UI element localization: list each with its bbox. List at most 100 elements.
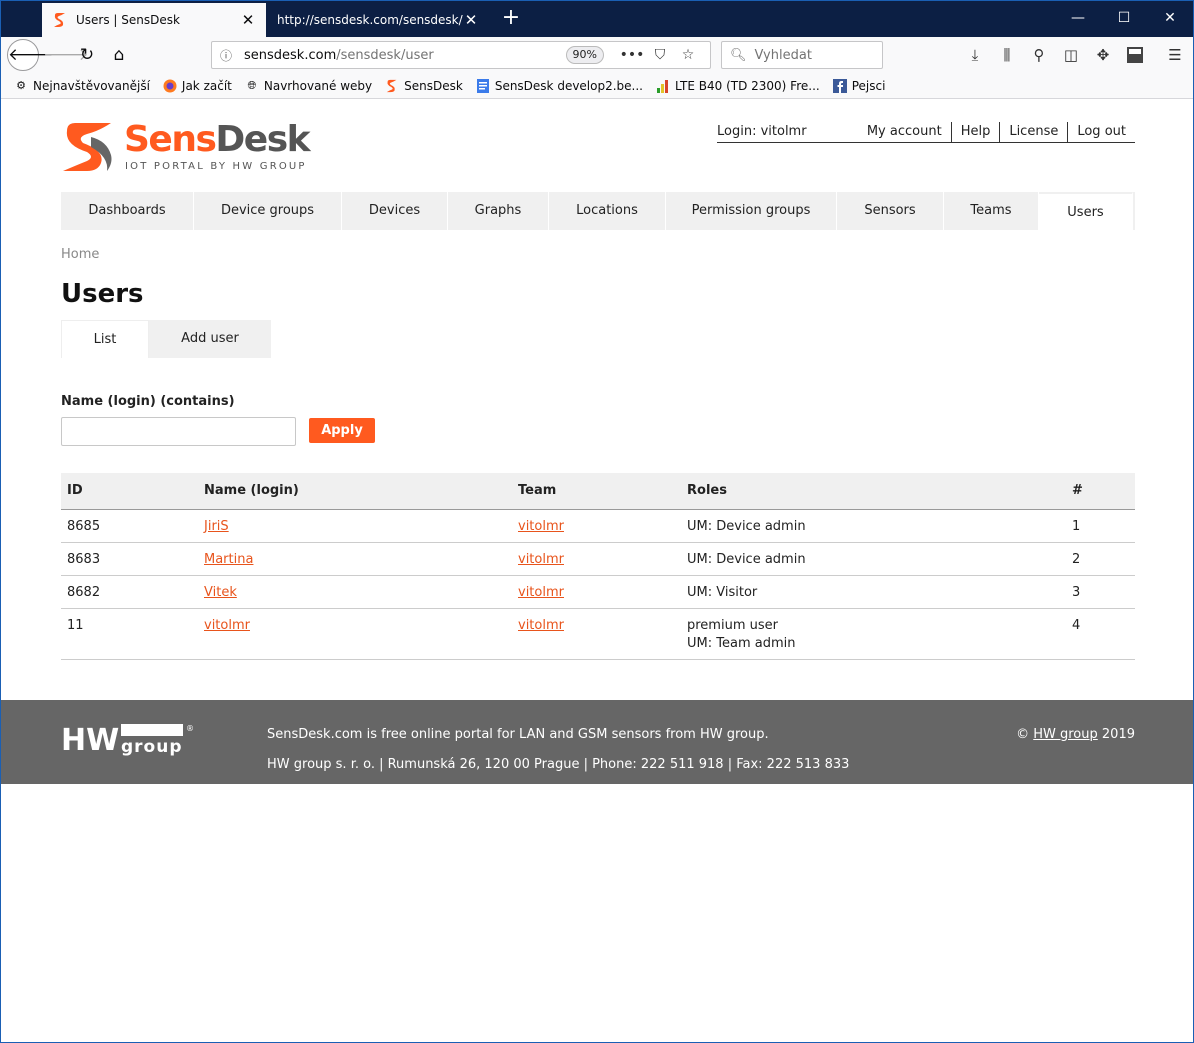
sensdesk-logo-icon [63,123,112,171]
nav-locations[interactable]: Locations [549,192,666,230]
cell-id: 8685 [61,509,198,543]
column-header-id[interactable]: ID [61,473,198,510]
bookmark-sensdesk-develop[interactable]: SensDesk develop2.be... [475,78,643,94]
nav-devices[interactable]: Devices [342,192,448,230]
sensdesk-logo[interactable]: SensDesk IOT PORTAL BY HW GROUP [61,119,321,175]
team-link[interactable]: vitolmr [518,585,564,600]
maximize-icon[interactable]: ☐ [1101,1,1147,37]
close-tab-icon[interactable]: ✕ [240,11,256,29]
table-row: 11 vitolmr vitolmr premium user UM: Team … [61,608,1135,660]
role-item: UM: Team admin [687,635,796,651]
help-link[interactable]: Help [952,121,1001,142]
team-link[interactable]: vitolmr [518,552,564,567]
search-bar[interactable]: 🔍︎ Vyhledat [721,41,883,69]
column-header-roles[interactable]: Roles [681,473,1066,510]
bookmark-suggested-sites[interactable]: 🌐︎ Navrhované weby [244,78,372,94]
document-icon [475,78,491,94]
url-host: sensdesk.com [244,47,337,63]
tab-bar: Users | SensDesk ✕ http://sensdesk.com/s… [1,1,1193,37]
extension-icon[interactable]: ✥ [1089,41,1117,69]
hw-logo-group-text: group [121,737,183,756]
nav-graphs[interactable]: Graphs [448,192,549,230]
my-account-link[interactable]: My account [858,121,952,142]
license-link[interactable]: License [1000,121,1069,142]
logout-link[interactable]: Log out [1068,122,1135,142]
nav-dashboards[interactable]: Dashboards [61,192,194,230]
team-link[interactable]: vitolmr [518,618,564,633]
close-window-icon[interactable]: ✕ [1147,1,1193,37]
sensdesk-icon [384,78,400,94]
footer-description: SensDesk.com is free online portal for L… [267,727,769,742]
firefox-icon [162,78,178,94]
url-bar[interactable]: ⓘ sensdesk.com/sensdesk/user 90% ••• ⛉ ☆ [211,41,711,69]
more-actions-icon[interactable]: ••• [618,47,646,63]
new-tab-icon[interactable]: + [497,5,525,33]
cell-number: 3 [1066,575,1135,609]
close-tab-icon[interactable]: ✕ [463,11,479,29]
facebook-icon [832,78,848,94]
bookmark-pejsci[interactable]: Pejsci [832,78,886,94]
menu-icon[interactable]: ☰ [1161,41,1189,69]
bookmark-getting-started[interactable]: Jak začít [162,78,232,94]
user-menu: Login: vitolmr My account Help License L… [717,121,1135,143]
bookmark-lte[interactable]: LTE B40 (TD 2300) Fre... [655,78,820,94]
column-header-number[interactable]: # [1066,473,1135,510]
home-icon[interactable]: ⌂ [105,41,133,69]
bookmark-star-icon[interactable]: ☆ [674,47,702,63]
download-icon[interactable]: ⤓ [961,41,989,69]
page-content: SensDesk IOT PORTAL BY HW GROUP Login: v… [1,99,1193,1042]
tab-teams[interactable]: http://sensdesk.com/sensdesk/tea ✕ [267,3,489,37]
main-nav: Dashboards Device groups Devices Graphs … [61,192,1135,230]
info-icon[interactable]: ⓘ [220,47,236,64]
copyright-symbol: © [1016,727,1030,742]
search-placeholder: Vyhledat [754,47,812,63]
footer: HW group ® SensDesk.com is free online p… [1,700,1193,784]
breadcrumb[interactable]: Home [61,247,99,262]
nav-users[interactable]: Users [1039,192,1133,230]
reload-icon[interactable]: ↻ [73,41,101,69]
pocket-icon[interactable]: ⛉ [646,47,674,63]
key-icon[interactable]: ⚲ [1025,41,1053,69]
library-icon[interactable]: ⫼ [993,41,1021,69]
bookmarks-bar: ⚙ Nejnavštěvovanější Jak začít 🌐︎ Navrho… [1,73,1193,99]
nav-sensors[interactable]: Sensors [837,192,944,230]
se-extension-icon[interactable] [1121,41,1149,69]
tab-title: http://sensdesk.com/sensdesk/tea [277,13,463,27]
zoom-badge[interactable]: 90% [565,46,604,64]
user-link[interactable]: vitolmr [204,618,250,633]
hw-group-link[interactable]: HW group [1033,727,1098,742]
filter-label: Name (login) (contains) [61,394,235,409]
apply-button[interactable]: Apply [309,418,375,443]
tab-add-user[interactable]: Add user [149,320,271,358]
browser-window: Users | SensDesk ✕ http://sensdesk.com/s… [0,0,1194,1043]
user-link[interactable]: Vitek [204,585,237,600]
back-arrow-icon[interactable]: 🡐 [7,39,54,71]
nav-permission-groups[interactable]: Permission groups [666,192,837,230]
tab-users[interactable]: Users | SensDesk ✕ [42,3,266,37]
url-text[interactable]: sensdesk.com/sensdesk/user [244,48,566,63]
forward-arrow-icon[interactable]: 🡒 [43,41,89,69]
nav-teams[interactable]: Teams [944,192,1039,230]
gear-icon: ⚙ [16,79,26,92]
name-filter-input[interactable] [61,417,296,446]
logo-wordmark: SensDesk [124,119,311,160]
user-link[interactable]: JiriS [204,519,229,534]
bookmark-label: Jak začít [181,78,232,93]
column-header-team[interactable]: Team [512,473,681,510]
logo-tagline: IOT PORTAL BY HW GROUP [125,161,307,172]
url-path: /sensdesk/user [336,47,434,63]
footer-copyright: © HW group 2019 [1016,727,1135,742]
bookmark-label: Pejsci [851,78,886,93]
hw-logo-text: HW [61,723,119,756]
minimize-icon[interactable]: — [1055,1,1101,37]
bookmark-sensdesk[interactable]: SensDesk [384,78,463,94]
user-link[interactable]: Martina [204,552,253,567]
tab-list[interactable]: List [61,320,149,358]
bookmark-most-visited[interactable]: ⚙ Nejnavštěvovanější [13,78,150,94]
sidebar-icon[interactable]: ◫ [1057,41,1085,69]
nav-device-groups[interactable]: Device groups [194,192,342,230]
column-header-name[interactable]: Name (login) [198,473,512,510]
page-title: Users [61,279,144,309]
team-link[interactable]: vitolmr [518,519,564,534]
cell-roles: UM: Visitor [681,575,1066,609]
